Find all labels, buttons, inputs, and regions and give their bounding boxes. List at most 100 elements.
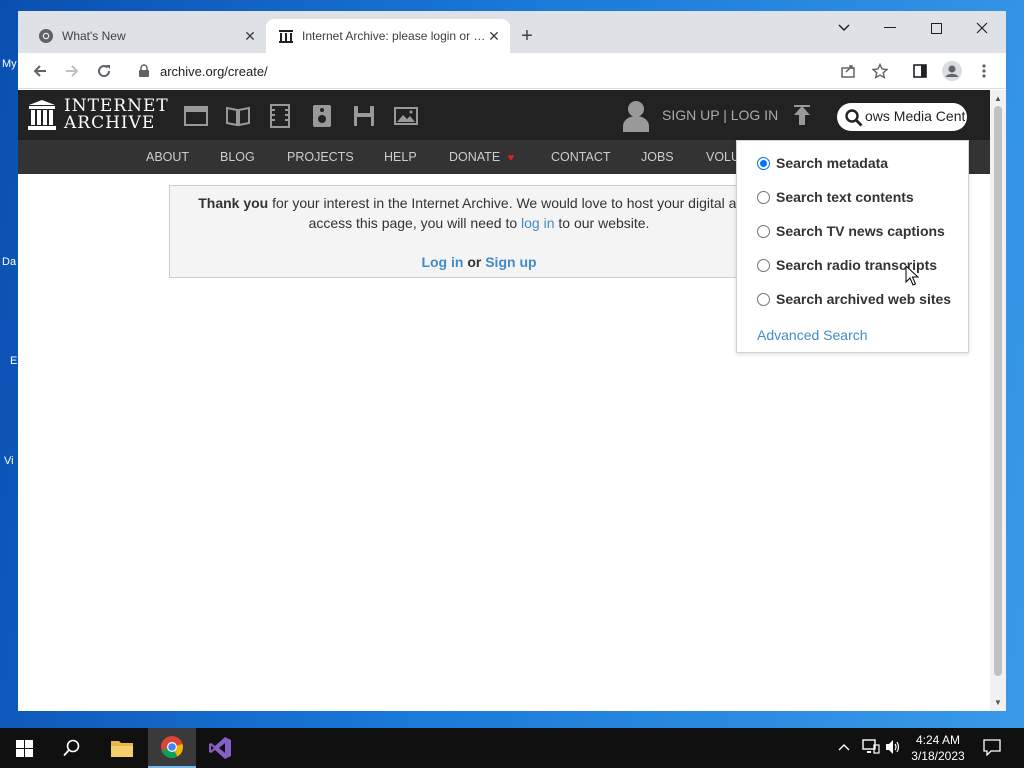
windows-logo-icon xyxy=(15,739,33,757)
heart-icon: ♥ xyxy=(507,152,515,164)
radio-button[interactable] xyxy=(757,224,770,238)
nav-donate-label: DONATE xyxy=(449,150,501,164)
ia-logo-wordmark[interactable]: INTERNET ARCHIVE xyxy=(64,98,169,132)
search-input[interactable] xyxy=(865,108,965,124)
show-hidden-icons-chevron-icon[interactable] xyxy=(838,740,850,754)
minimize-button[interactable] xyxy=(868,15,912,41)
thank-you-text: Thank you xyxy=(198,195,269,211)
search-icon xyxy=(845,109,863,127)
forward-button[interactable] xyxy=(60,59,84,83)
tab-title: Internet Archive: please login or … xyxy=(302,29,484,43)
reload-button[interactable] xyxy=(92,59,116,83)
lock-icon[interactable] xyxy=(138,64,150,78)
nav-about[interactable]: ABOUT xyxy=(146,150,189,164)
chrome-icon xyxy=(39,29,53,43)
side-panel-icon[interactable] xyxy=(908,59,932,83)
radio-button[interactable] xyxy=(757,156,770,170)
archive-building-icon xyxy=(279,30,293,43)
notifications-icon[interactable] xyxy=(983,739,1001,756)
login-signup-row: Log in or Sign up xyxy=(170,254,788,270)
nav-volunteer[interactable]: VOLU xyxy=(706,150,740,164)
profile-avatar-icon[interactable] xyxy=(940,59,964,83)
software-floppy-icon[interactable] xyxy=(352,104,376,128)
texts-book-icon[interactable] xyxy=(226,104,250,128)
nav-blog[interactable]: BLOG xyxy=(220,150,255,164)
maximize-button[interactable] xyxy=(914,15,958,41)
search-option-tv-captions[interactable]: Search TV news captions xyxy=(757,223,945,239)
radio-button[interactable] xyxy=(757,258,770,272)
tab-title: What's New xyxy=(62,29,126,43)
search-option-label: Search TV news captions xyxy=(776,223,945,239)
search-option-label: Search archived web sites xyxy=(776,291,952,307)
close-window-button[interactable] xyxy=(960,15,1004,41)
start-button[interactable] xyxy=(0,728,48,768)
back-button[interactable] xyxy=(28,59,52,83)
desktop-icon-label[interactable]: Vi xyxy=(4,455,14,467)
new-tab-button[interactable]: + xyxy=(516,25,538,47)
taskbar-visual-studio[interactable] xyxy=(196,728,244,768)
windows-taskbar: 4:24 AM 3/18/2023 xyxy=(0,728,1024,768)
ia-top-bar: INTERNET ARCHIVE SIGN UP | LOG IN ows Me… xyxy=(18,90,990,140)
clock-time: 4:24 AM xyxy=(915,733,961,747)
tab-whats-new[interactable]: What's New ✕ xyxy=(26,19,266,53)
share-icon[interactable] xyxy=(836,59,860,83)
upload-icon[interactable] xyxy=(793,105,811,127)
visual-studio-icon xyxy=(209,737,231,759)
login-required-message: Thank you for your interest in the Inter… xyxy=(169,185,789,278)
chrome-icon xyxy=(161,736,183,759)
browser-window: What's New ✕ Internet Archive: please lo… xyxy=(18,11,1006,711)
nav-help[interactable]: HELP xyxy=(384,150,417,164)
or-text: or xyxy=(463,254,486,270)
signup-login-link[interactable]: SIGN UP | LOG IN xyxy=(662,107,778,123)
message-line-2: access this page, you will need to log i… xyxy=(170,215,788,231)
video-film-icon[interactable] xyxy=(268,104,292,128)
taskbar-file-explorer[interactable] xyxy=(98,728,146,768)
log-in-link[interactable]: Log in xyxy=(421,254,463,270)
internet-archive-logo-icon[interactable] xyxy=(28,100,56,130)
browser-menu-icon[interactable] xyxy=(972,59,996,83)
system-clock[interactable]: 4:24 AM 3/18/2023 xyxy=(906,732,970,764)
sign-up-link[interactable]: Sign up xyxy=(485,254,536,270)
search-options-dropdown: Search metadata Search text contents Sea… xyxy=(736,140,969,353)
radio-button[interactable] xyxy=(757,292,770,306)
bookmark-star-icon[interactable] xyxy=(868,59,892,83)
search-option-label: Search metadata xyxy=(776,155,889,171)
nav-contact[interactable]: CONTACT xyxy=(551,150,611,164)
nav-donate[interactable]: DONATE ♥ xyxy=(449,150,514,164)
omnibox[interactable]: archive.org/create/ xyxy=(126,56,896,86)
audio-speaker-icon[interactable] xyxy=(310,104,334,128)
taskbar-chrome[interactable] xyxy=(148,728,196,768)
ia-search-box[interactable] xyxy=(837,103,967,131)
tab-strip: What's New ✕ Internet Archive: please lo… xyxy=(18,11,1006,53)
scroll-thumb[interactable] xyxy=(994,106,1002,676)
scroll-up-arrow-icon[interactable]: ▲ xyxy=(994,94,1002,103)
desktop-icon-label[interactable]: E xyxy=(10,355,17,367)
nav-jobs[interactable]: JOBS xyxy=(641,150,674,164)
close-tab-icon[interactable]: ✕ xyxy=(240,28,260,45)
tab-internet-archive[interactable]: Internet Archive: please login or … ✕ xyxy=(266,19,510,53)
nav-projects[interactable]: PROJECTS xyxy=(287,150,354,164)
images-icon[interactable] xyxy=(394,104,418,128)
browser-toolbar: archive.org/create/ xyxy=(18,53,1006,89)
volume-icon[interactable] xyxy=(885,739,901,755)
web-icon[interactable] xyxy=(184,104,208,128)
desktop-icon-label[interactable]: My xyxy=(2,58,17,70)
log-in-inline-link[interactable]: log in xyxy=(521,215,554,231)
close-tab-icon[interactable]: ✕ xyxy=(484,28,504,45)
user-avatar-icon[interactable] xyxy=(622,100,650,132)
page-scrollbar[interactable]: ▲ ▼ xyxy=(990,90,1006,711)
tab-search-icon[interactable] xyxy=(822,15,866,41)
message-line-1: Thank you for your interest in the Inter… xyxy=(170,195,788,211)
search-option-archived-web[interactable]: Search archived web sites xyxy=(757,291,951,307)
message-text: for your interest in the Internet Archiv… xyxy=(268,195,760,211)
search-option-metadata[interactable]: Search metadata xyxy=(757,155,888,171)
radio-button[interactable] xyxy=(757,190,770,204)
advanced-search-link[interactable]: Advanced Search xyxy=(757,327,868,343)
network-icon[interactable] xyxy=(862,739,880,755)
taskbar-search-button[interactable] xyxy=(48,728,96,768)
mouse-cursor-icon xyxy=(905,265,919,286)
clock-date: 3/18/2023 xyxy=(911,749,965,763)
search-option-text-contents[interactable]: Search text contents xyxy=(757,189,914,205)
desktop-icon-label[interactable]: Da xyxy=(2,256,16,268)
scroll-down-arrow-icon[interactable]: ▼ xyxy=(994,698,1002,707)
